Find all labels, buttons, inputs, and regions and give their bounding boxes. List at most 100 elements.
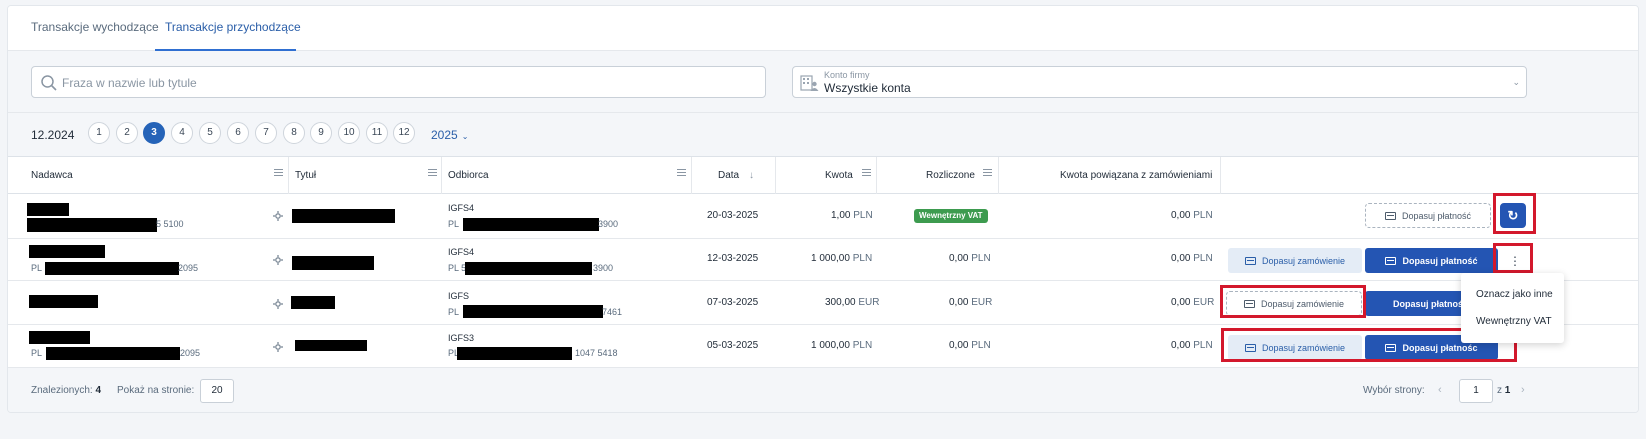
page-select-label: Wybór strony: [1363, 385, 1425, 396]
table-header: Nadawca Tytuł Odbiorca Data ↓ Kwota Rozl… [8, 157, 1638, 194]
col-linked-amount[interactable]: Kwota powiązana z zamówieniami [1060, 170, 1212, 181]
month-pagination: 12.2024 1 2 3 4 5 6 7 8 9 10 11 12 2025 ⌄ [8, 113, 1638, 157]
per-page-label: Pokaż na stronie: [117, 385, 195, 396]
column-menu-icon[interactable] [983, 169, 993, 179]
recipient-account-suffix: 3900 [593, 263, 614, 273]
status-badge: Wewnętrzny VAT [914, 209, 988, 223]
month-11[interactable]: 11 [366, 122, 388, 144]
row-amount: 1 000,00 PLN [811, 253, 872, 264]
annotation-highlight [1493, 193, 1536, 234]
col-sender[interactable]: Nadawca [31, 170, 73, 181]
row-settled: 0,00 PLN [949, 253, 991, 264]
row-amount: 300,00 EUR [825, 297, 880, 308]
settled-currency: EUR [971, 297, 993, 308]
column-menu-icon[interactable] [862, 169, 872, 179]
annotation-highlight [1220, 285, 1366, 318]
month-5[interactable]: 5 [199, 122, 221, 144]
redacted-sender-name [29, 295, 98, 308]
recipient-name: IGFS4 [448, 203, 475, 213]
recipient-account-suffix: 1047 5418 [575, 348, 618, 358]
menu-item-mark-other[interactable]: Oznacz jako inne [1476, 289, 1553, 300]
column-menu-icon[interactable] [677, 169, 687, 179]
linked-value: 0,00 [1171, 297, 1191, 308]
month-7[interactable]: 7 [255, 122, 277, 144]
col-title[interactable]: Tytuł [295, 170, 316, 181]
linked-currency: PLN [1193, 253, 1213, 264]
menu-item-internal-vat[interactable]: Wewnętrzny VAT [1476, 316, 1552, 327]
tab-incoming[interactable]: Transakcje przychodzące [165, 20, 301, 34]
column-menu-icon[interactable] [274, 169, 284, 179]
search-input[interactable] [62, 73, 752, 93]
amount-currency: PLN [852, 340, 873, 351]
match-payment-button[interactable]: Dopasuj płatnoś [1365, 291, 1467, 316]
building-user-icon [800, 75, 819, 91]
row-linked-amount: 0,00 PLN [1171, 210, 1213, 221]
linked-currency: PLN [1193, 210, 1213, 221]
amount-value: 1 000,00 [811, 340, 850, 351]
recipient-prefix: PL [448, 219, 460, 229]
previous-period[interactable]: 12.2024 [31, 128, 74, 142]
recipient-name: IGFS [448, 291, 470, 301]
table-row[interactable]: 5 5100 IGFS4 PL 3900 20-03-2025 1,00 PLN… [8, 194, 1638, 239]
row-amount: 1 000,00 PLN [811, 340, 872, 351]
annotation-highlight [1493, 243, 1533, 273]
row-amount: 1,00 PLN [831, 210, 873, 221]
month-1[interactable]: 1 [88, 122, 110, 144]
col-date[interactable]: Data [718, 170, 739, 181]
settings-icon[interactable] [273, 255, 283, 265]
amount-currency: PLN [852, 253, 873, 264]
button-label: Dopasuj płatność [1401, 210, 1472, 221]
tab-outgoing[interactable]: Transakcje wychodzące [31, 20, 159, 34]
chevron-down-icon: ⌄ [1512, 77, 1520, 87]
linked-currency: EUR [1193, 297, 1215, 308]
col-amount[interactable]: Kwota [825, 170, 853, 181]
account-select[interactable]: Konto firmy Wszystkie konta ⌄ [792, 66, 1527, 98]
redacted-sender-account [45, 262, 179, 275]
chevron-right-icon[interactable]: › [1521, 384, 1525, 396]
recipient-name: IGFS3 [448, 333, 475, 343]
month-12[interactable]: 12 [393, 122, 415, 144]
table-row[interactable]: IGFS PL 7461 07-03-2025 300,00 EUR 0,00 … [8, 281, 1638, 325]
col-settled[interactable]: Rozliczone [926, 170, 975, 181]
redacted-title [291, 296, 335, 309]
month-10[interactable]: 10 [338, 122, 360, 144]
amount-currency: EUR [858, 297, 880, 308]
month-8[interactable]: 8 [283, 122, 305, 144]
month-3[interactable]: 3 [143, 122, 165, 144]
payment-card-icon [1244, 256, 1256, 265]
table-footer: Znalezionych: 4 Pokaż na stronie: 20 Wyb… [8, 368, 1638, 412]
linked-value: 0,00 [1171, 253, 1191, 264]
sort-down-icon[interactable]: ↓ [749, 170, 754, 181]
match-payment-button[interactable]: Dopasuj płatność [1365, 248, 1498, 273]
settings-icon[interactable] [273, 342, 283, 352]
settled-value: 0,00 [949, 297, 969, 308]
month-6[interactable]: 6 [227, 122, 249, 144]
sender-account-suffix: 2095 [178, 263, 199, 273]
chevron-left-icon[interactable]: ‹ [1438, 384, 1442, 396]
amount-value: 1 000,00 [811, 253, 850, 264]
per-page-select[interactable]: 20 [200, 379, 234, 403]
col-recipient[interactable]: Odbiorca [448, 170, 489, 181]
match-payment-button[interactable]: Dopasuj płatność [1365, 203, 1491, 228]
month-4[interactable]: 4 [171, 122, 193, 144]
app-window: Transakcje wychodzące Transakcje przycho… [7, 5, 1639, 413]
year-select[interactable]: 2025 ⌄ [431, 128, 468, 142]
filter-bar: Konto firmy Wszystkie konta ⌄ [8, 51, 1638, 113]
settings-icon[interactable] [273, 299, 283, 309]
results-value: 4 [95, 385, 102, 396]
redacted-sender-name [29, 245, 105, 258]
column-menu-icon[interactable] [428, 169, 438, 179]
settings-icon[interactable] [273, 211, 283, 221]
row-date: 05-03-2025 [707, 340, 759, 351]
page-input[interactable]: 1 [1459, 379, 1493, 403]
sender-account-prefix: PL [31, 348, 43, 358]
redacted-sender-name [27, 203, 69, 216]
year-value: 2025 [431, 128, 458, 142]
redacted-recipient-account [457, 347, 572, 360]
amount-currency: PLN [853, 210, 873, 221]
match-order-button[interactable]: Dopasuj zamówienie [1228, 248, 1362, 273]
month-2[interactable]: 2 [116, 122, 138, 144]
table-row[interactable]: PL 2095 IGFS4 PL 5 3900 12-03-2025 1 000… [8, 239, 1638, 281]
account-label: Konto firmy [824, 70, 870, 80]
month-9[interactable]: 9 [310, 122, 332, 144]
